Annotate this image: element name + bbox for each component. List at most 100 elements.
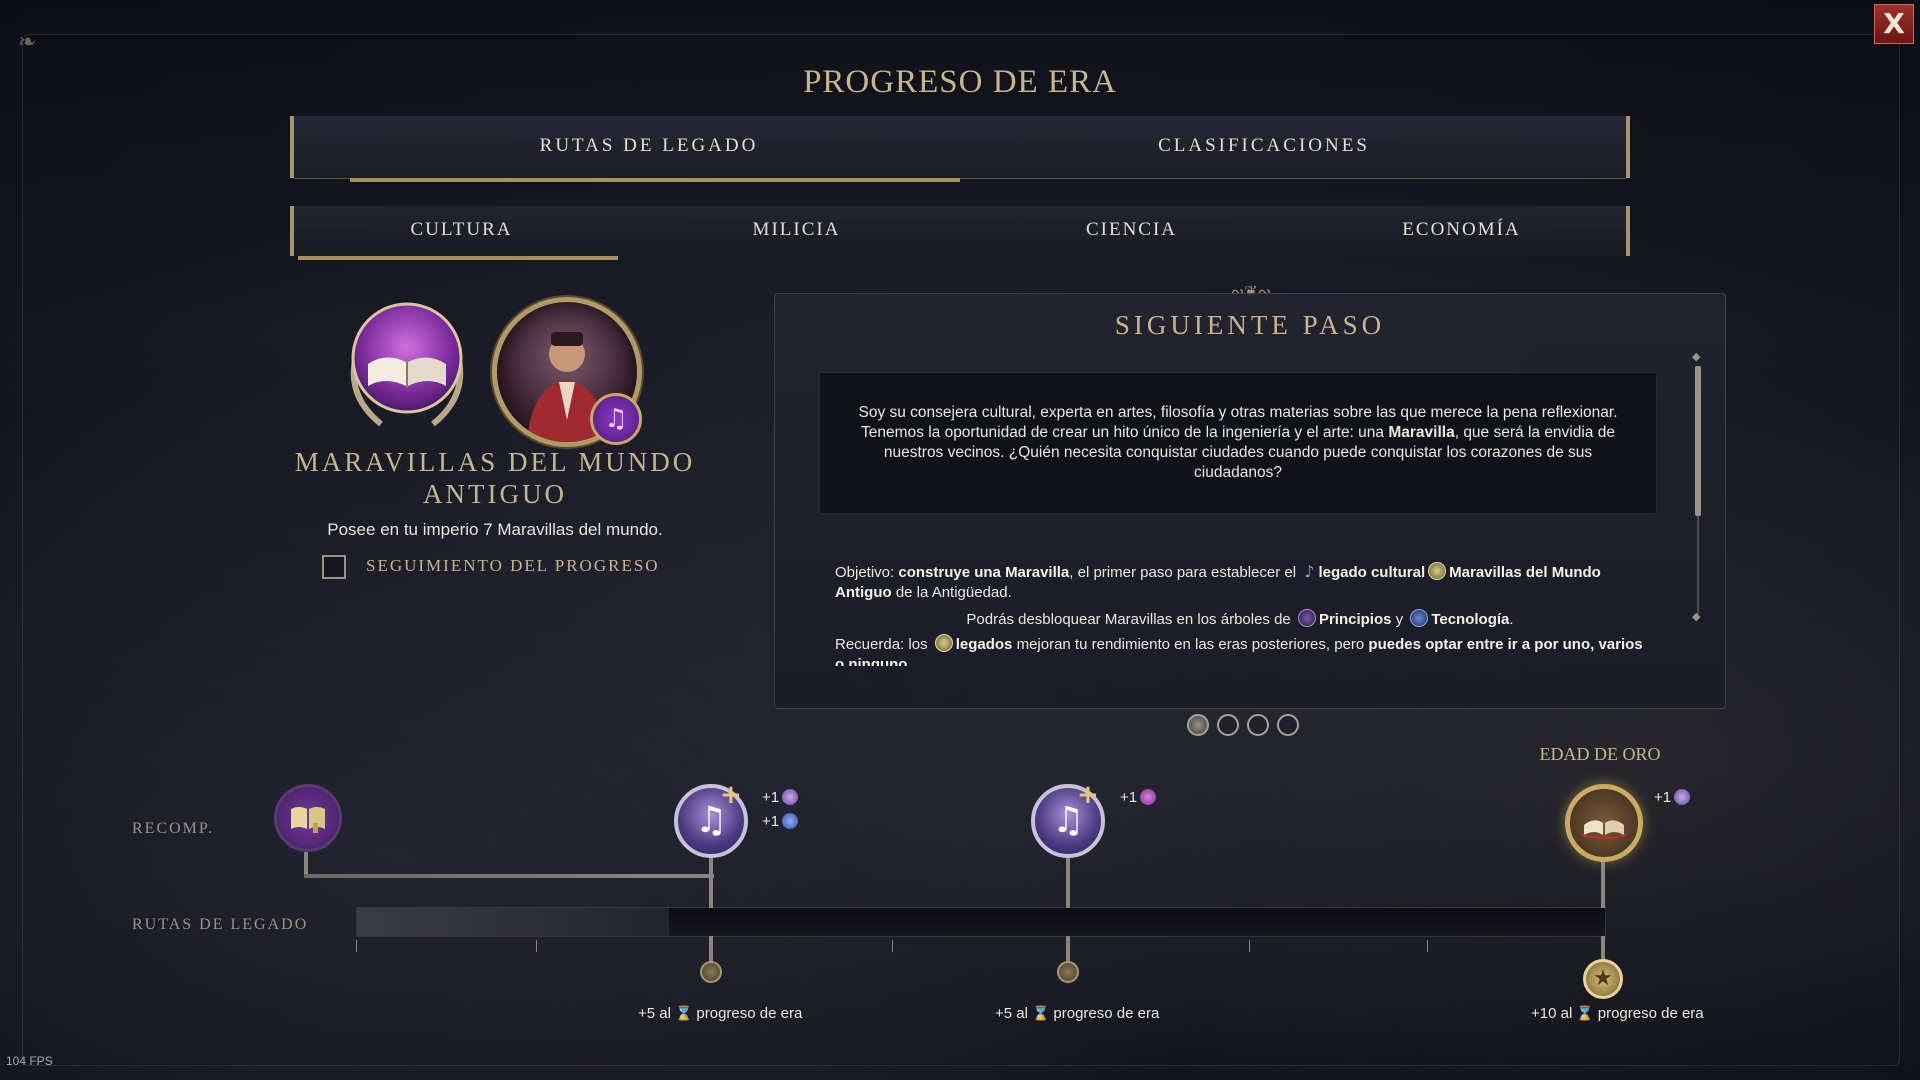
connector [1601, 858, 1605, 908]
milestone-label: progreso de era [1597, 1005, 1704, 1022]
milestone-amount: +5 al [638, 1005, 671, 1022]
golden-age-label: EDAD DE ORO [1539, 744, 1661, 764]
track-progress-checkbox[interactable] [322, 555, 346, 579]
milestone-amount: +10 al [1531, 1005, 1573, 1022]
reward-yield: +1 [1120, 786, 1157, 810]
open-book-icon [350, 302, 464, 427]
connector [709, 936, 713, 964]
active-tab-underline [350, 178, 960, 182]
tab-culture[interactable]: CULTURA [294, 206, 629, 254]
tab-economy[interactable]: ECONOMÍA [1294, 206, 1629, 254]
unlock-line: Podrás desbloquear Maravillas en los árb… [835, 609, 1645, 630]
remember-prefix: Recuerda: los [835, 636, 932, 653]
page-dot[interactable] [1187, 714, 1209, 736]
fps-counter: 104 FPS [6, 1054, 53, 1068]
unlock-civics: Principios [1318, 611, 1392, 628]
milestone-marker [700, 961, 722, 983]
civic-icon [782, 789, 799, 805]
milestone-amount: +5 al [995, 1005, 1028, 1022]
track-tick [1249, 940, 1250, 952]
close-button[interactable]: X [1874, 4, 1914, 44]
connector [1066, 936, 1070, 964]
hourglass-icon: ⌛ [674, 1006, 693, 1022]
advisor-quote-text: Soy su consejera cultural, experta en ar… [850, 403, 1626, 483]
sub-tab-bar: CULTURA MILICIA CIENCIA ECONOMÍA [290, 206, 1630, 260]
milestone-label: progreso de era [1053, 1005, 1160, 1022]
plus-icon: + [1077, 780, 1099, 810]
page-dot[interactable] [1277, 714, 1299, 736]
page-dot[interactable] [1217, 714, 1239, 736]
scroll-thumb[interactable] [1695, 366, 1701, 516]
science-icon [782, 813, 799, 829]
page-dot[interactable] [1247, 714, 1269, 736]
legacy-title-line1: MARAVILLAS DEL MUNDO [294, 447, 696, 477]
legacy-icon [934, 634, 953, 652]
objective-suffix: de la Antigüedad. [891, 584, 1012, 601]
culture-icon [1140, 789, 1157, 805]
unlock-tech: Tecnología [1431, 611, 1510, 628]
page-title: PROGRESO DE ERA [803, 64, 1117, 100]
remember-mid: mejoran tu rendimiento en las eras poste… [1012, 636, 1369, 653]
reward-yield: +1 +1 [762, 786, 799, 834]
objective-line: Objetivo: construye una Maravilla, el pr… [835, 562, 1645, 603]
plus-icon: + [720, 780, 742, 810]
scroll-up-icon[interactable]: ◆ [1692, 350, 1700, 363]
quote-bold: Maravilla [1388, 424, 1455, 441]
unlock-dot: . [1509, 611, 1514, 628]
next-step-title: SIGUIENTE PASO [1114, 310, 1386, 340]
objective-mid: , el primer paso para establecer el [1069, 564, 1301, 581]
reward-yield-value: +1 [1120, 789, 1138, 806]
milestone-reward: +10 al ⌛ progreso de era [1531, 1005, 1704, 1022]
reward-yield-value: +1 [762, 813, 780, 830]
civics-icon [1297, 609, 1316, 627]
music-note-icon: ♪ [1304, 562, 1315, 581]
objective-bold: construye una Maravilla [898, 564, 1070, 581]
connector [304, 874, 714, 878]
legacy-progress-fill [357, 908, 669, 936]
golden-book-icon[interactable] [1565, 784, 1643, 862]
reward-yield: +1 [1654, 786, 1691, 810]
track-tick [1427, 940, 1428, 952]
scroll-down-icon[interactable]: ◆ [1692, 610, 1700, 623]
hourglass-icon: ⌛ [1031, 1006, 1050, 1022]
hourglass-icon: ⌛ [1576, 1006, 1594, 1022]
milestone-label: progreso de era [696, 1005, 803, 1022]
remember-bold: legados [955, 636, 1013, 653]
reward-yield-value: +1 [1654, 789, 1672, 806]
tab-legacy-paths[interactable]: RUTAS DE LEGADO [344, 116, 954, 176]
legacy-title: MARAVILLAS DEL MUNDO ANTIGUO [270, 446, 720, 510]
legacy-book-icon[interactable] [274, 784, 342, 852]
track-tick [536, 940, 537, 952]
reward-yield-line: +1 [1120, 786, 1157, 810]
civic-icon [1674, 789, 1691, 805]
track-tick [892, 940, 893, 952]
advisor-quote-box: Soy su consejera cultural, experta en ar… [819, 372, 1657, 514]
legacy-path-row-label: RUTAS DE LEGADO [132, 916, 309, 933]
frame-corner-ornament-left: ❧ [18, 30, 37, 55]
reward-yield-value: +1 [762, 789, 780, 806]
reward-yield-line: +1 [1654, 786, 1691, 810]
connector [304, 852, 308, 876]
milestone-marker [1057, 961, 1079, 983]
reward-yield-line: +1 [762, 810, 799, 834]
music-note-icon: ♫ [590, 393, 642, 445]
objective-legacy: legado cultural [1318, 564, 1426, 581]
objective-prefix: Objetivo: [835, 564, 899, 581]
star-icon: ★ [1583, 959, 1623, 999]
track-progress-label[interactable]: SEGUIMIENTO DEL PROGRESO [366, 556, 660, 576]
active-subtab-underline [298, 256, 618, 260]
next-step-panel: SIGUIENTE PASO Soy su consejera cultural… [774, 293, 1726, 709]
tab-science[interactable]: CIENCIA [964, 206, 1299, 254]
remember-line: Recuerda: los legados mejoran tu rendimi… [835, 634, 1645, 666]
objective-text: Objetivo: construye una Maravilla, el pr… [835, 562, 1645, 666]
connector [709, 858, 713, 908]
rewards-row-label: RECOMP. [132, 820, 215, 837]
unlock-prefix: Podrás desbloquear Maravillas en los árb… [966, 611, 1295, 628]
tab-military[interactable]: MILICIA [629, 206, 964, 254]
connector [1066, 858, 1070, 908]
unlock-and: y [1391, 611, 1408, 628]
panel-scrollbar[interactable]: ◆ ◆ [1692, 350, 1701, 623]
tab-rankings[interactable]: CLASIFICACIONES [954, 116, 1574, 176]
technology-icon [1410, 609, 1429, 627]
page-indicator [1187, 714, 1299, 736]
